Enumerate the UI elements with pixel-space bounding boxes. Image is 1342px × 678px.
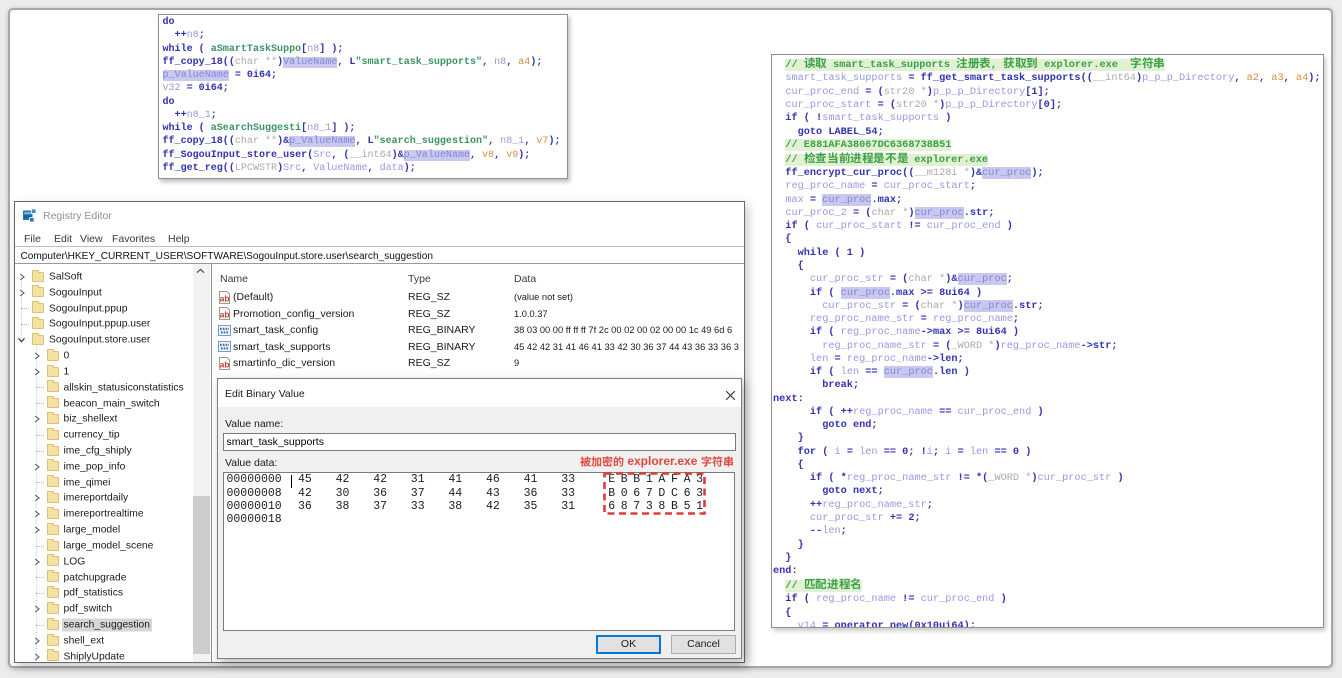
svg-text:ab: ab [220, 359, 230, 369]
svg-text:ab: ab [220, 309, 230, 319]
svg-text:ab: ab [220, 293, 230, 303]
